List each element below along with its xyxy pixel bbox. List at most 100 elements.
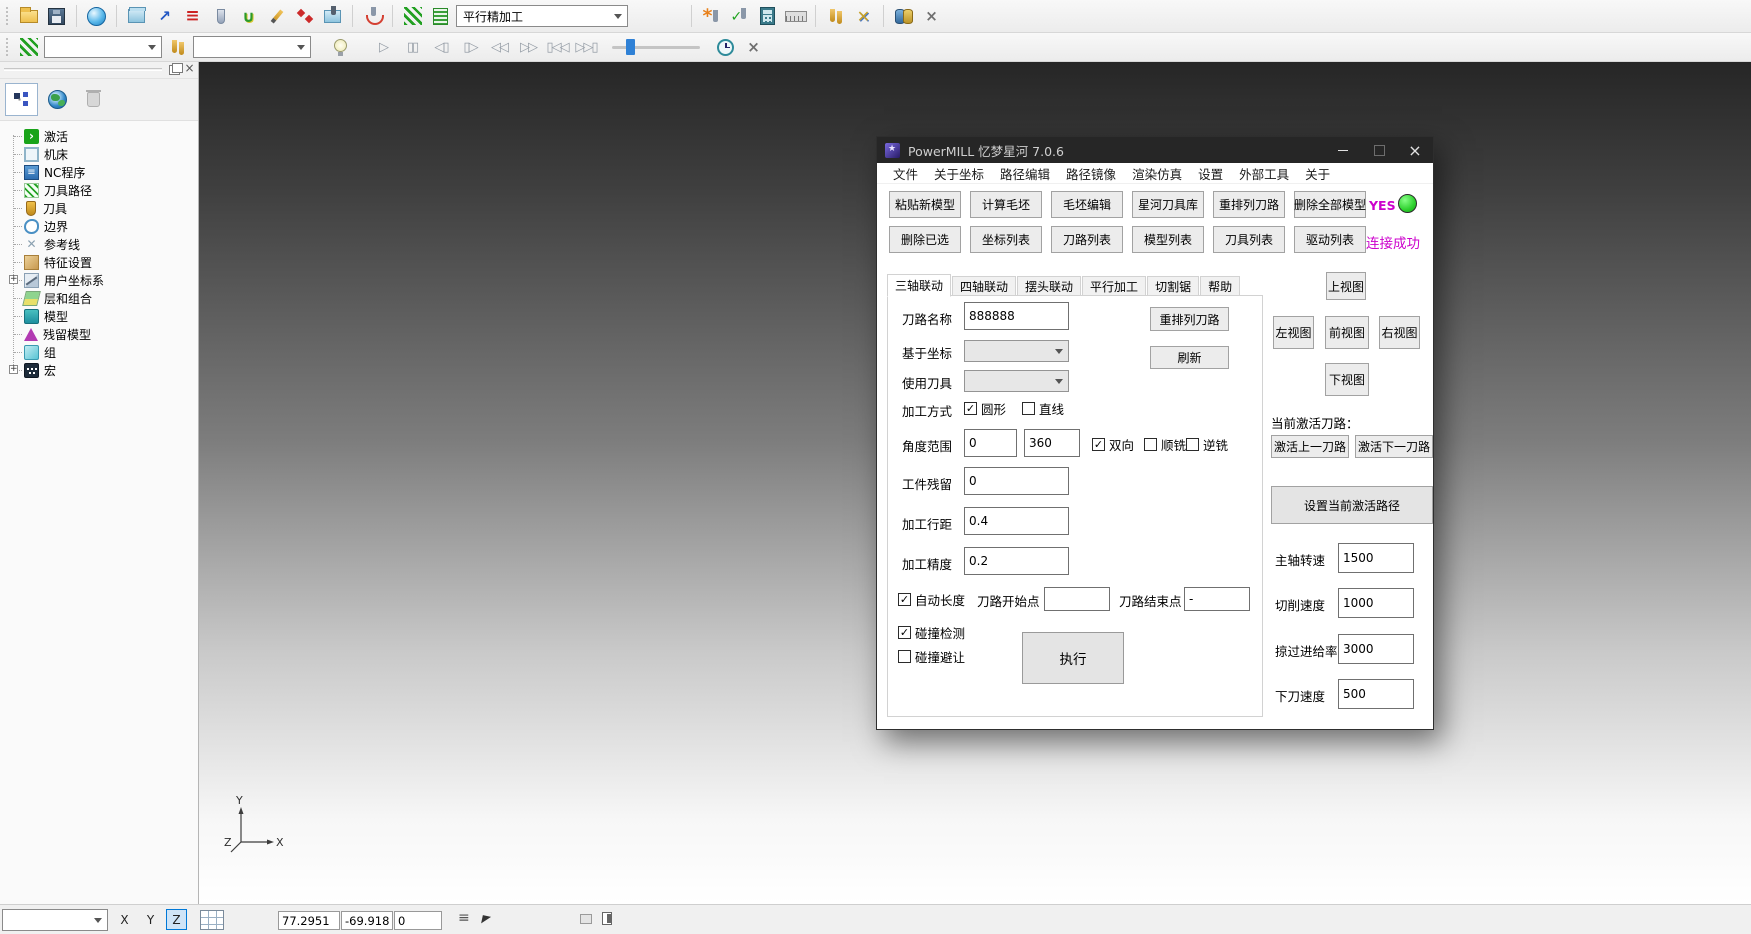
slider-handle[interactable] <box>626 39 635 55</box>
split-view-icon[interactable] <box>602 912 612 925</box>
close-pane-icon[interactable] <box>183 62 196 75</box>
tolerance-input[interactable] <box>964 547 1069 575</box>
rearrange-toolpaths-button[interactable]: 重排列刀路 <box>1213 191 1285 218</box>
tree-item-workplanes[interactable]: 用户坐标系 <box>0 271 198 289</box>
tree-item-toolpaths[interactable]: 刀具路径 <box>0 181 198 199</box>
view-left-button[interactable]: 左视图 <box>1273 316 1314 349</box>
step-back-icon[interactable] <box>428 36 454 58</box>
menu-about[interactable]: 关于 <box>1297 164 1338 183</box>
tool-star-icon[interactable] <box>699 4 724 29</box>
tab-swivel[interactable]: 摆头联动 <box>1017 276 1081 296</box>
view-bottom-button[interactable]: 下视图 <box>1325 363 1369 396</box>
dialog-title-bar[interactable]: PowerMILL 忆梦星河 7.0.6 <box>877 137 1433 163</box>
axis-z-button[interactable]: Z <box>166 909 187 930</box>
delete-selected-button[interactable]: 删除已选 <box>889 226 961 253</box>
coord-list-button[interactable]: 坐标列表 <box>970 226 1042 253</box>
activate-prev-button[interactable]: 激活上一刀路 <box>1271 435 1349 458</box>
cutting-feed-input[interactable] <box>1338 588 1414 618</box>
skim-feed-input[interactable] <box>1338 634 1414 664</box>
tree-item-activate[interactable]: 激活 <box>0 127 198 145</box>
collision-check-icon[interactable] <box>360 4 385 29</box>
save-project-icon[interactable] <box>44 4 69 29</box>
tool-library-button[interactable]: 星河刀具库 <box>1132 191 1204 218</box>
minimize-icon[interactable] <box>1325 137 1361 163</box>
go-end-icon[interactable] <box>573 36 599 58</box>
drive-list-button[interactable]: 驱动列表 <box>1294 226 1366 253</box>
close-toolbar-icon[interactable] <box>741 35 766 60</box>
tool-verify-icon[interactable] <box>727 4 752 29</box>
menu-path-mirror[interactable]: 路径镜像 <box>1058 164 1124 183</box>
menu-render-sim[interactable]: 渲染仿真 <box>1124 164 1190 183</box>
start-point-input[interactable] <box>1044 587 1110 611</box>
base-coord-dropdown[interactable] <box>964 340 1069 362</box>
view-top-button[interactable]: 上视图 <box>1326 272 1366 300</box>
coord-x-input[interactable] <box>278 911 340 930</box>
tree-item-patterns[interactable]: 参考线 <box>0 235 198 253</box>
tab-recycle-bin[interactable] <box>77 83 110 116</box>
step-forward-icon[interactable] <box>457 36 483 58</box>
strategy-dropdown[interactable]: 平行精加工 <box>456 5 628 27</box>
angle-start-input[interactable] <box>964 429 1017 457</box>
menu-external-tools[interactable]: 外部工具 <box>1231 164 1297 183</box>
tool-dropdown[interactable] <box>193 36 311 58</box>
calc-block-button[interactable]: 计算毛坯 <box>970 191 1042 218</box>
tree-item-boundaries[interactable]: 边界 <box>0 217 198 235</box>
tool-dropdown[interactable] <box>964 370 1069 392</box>
transform-arrows-icon[interactable] <box>851 4 876 29</box>
tree-item-nc-programs[interactable]: NC程序 <box>0 163 198 181</box>
bidirectional-checkbox[interactable]: 双向 <box>1092 435 1134 454</box>
collision-avoid-checkbox[interactable]: 碰撞避让 <box>898 647 965 666</box>
tree-item-tools[interactable]: 刀具 <box>0 199 198 217</box>
clock-icon[interactable] <box>713 35 738 60</box>
toolpath-dropdown[interactable] <box>44 36 162 58</box>
end-point-input[interactable] <box>1184 587 1250 611</box>
tree-item-levels[interactable]: 层和组合 <box>0 289 198 307</box>
tree-item-stock-models[interactable]: 残留模型 <box>0 325 198 343</box>
tab-saw[interactable]: 切割锯 <box>1147 276 1199 296</box>
tab-web-browser[interactable] <box>41 83 74 116</box>
close-icon[interactable] <box>1397 137 1433 163</box>
play-icon[interactable] <box>370 36 396 58</box>
conventional-checkbox[interactable]: 逆铣 <box>1186 435 1228 454</box>
speed-slider[interactable] <box>612 38 700 56</box>
create-boundary-icon[interactable] <box>236 4 261 29</box>
close-toolbar-icon[interactable] <box>919 4 944 29</box>
active-toolpath-icon[interactable] <box>400 4 425 29</box>
model-compare-icon[interactable] <box>891 4 916 29</box>
tab-3axis[interactable]: 三轴联动 <box>887 274 951 297</box>
view-front-button[interactable]: 前视图 <box>1325 316 1369 349</box>
tree-item-models[interactable]: 模型 <box>0 307 198 325</box>
activate-next-button[interactable]: 激活下一刀路 <box>1355 435 1433 458</box>
calculator-icon[interactable] <box>755 4 780 29</box>
tree-item-machine[interactable]: 机床 <box>0 145 198 163</box>
grid-icon[interactable] <box>200 910 224 930</box>
status-dropdown[interactable] <box>2 909 108 931</box>
z-heights-icon[interactable] <box>180 4 205 29</box>
collision-check-checkbox[interactable]: 碰撞检测 <box>898 623 965 642</box>
active-toolpath-icon[interactable] <box>16 35 41 60</box>
tab-explorer-tree[interactable] <box>5 83 38 116</box>
lightbulb-icon[interactable] <box>328 35 353 60</box>
paste-model-button[interactable]: 粘贴新模型 <box>889 191 961 218</box>
tree-item-macros[interactable]: 宏 <box>0 361 198 379</box>
menu-file[interactable]: 文件 <box>885 164 926 183</box>
expand-icon[interactable] <box>9 365 18 374</box>
rewind-icon[interactable] <box>486 36 512 58</box>
spindle-speed-input[interactable] <box>1338 543 1414 573</box>
maximize-icon[interactable] <box>1361 137 1397 163</box>
coord-y-input[interactable] <box>341 911 393 930</box>
tool-list-button[interactable]: 刀具列表 <box>1213 226 1285 253</box>
toolpath-connections-icon[interactable] <box>152 4 177 29</box>
angle-end-input[interactable] <box>1024 429 1080 457</box>
open-project-icon[interactable] <box>16 4 41 29</box>
fast-forward-icon[interactable] <box>515 36 541 58</box>
stock-allowance-input[interactable] <box>964 467 1069 495</box>
tree-item-groups[interactable]: 组 <box>0 343 198 361</box>
delete-all-models-button[interactable]: 删除全部模型 <box>1294 191 1366 218</box>
view-right-button[interactable]: 右视图 <box>1379 316 1420 349</box>
strategy-list-icon[interactable] <box>428 4 453 29</box>
tree-item-feature-sets[interactable]: 特征设置 <box>0 253 198 271</box>
climb-checkbox[interactable]: 顺铣 <box>1144 435 1186 454</box>
axis-y-button[interactable]: Y <box>140 909 161 930</box>
tab-help[interactable]: 帮助 <box>1200 276 1240 296</box>
